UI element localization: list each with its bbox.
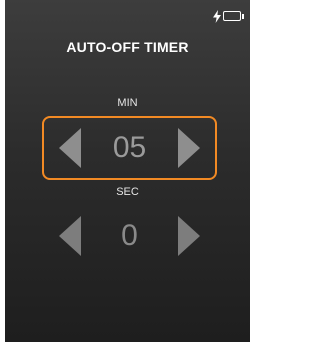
charging-bolt-icon bbox=[213, 9, 221, 23]
seconds-increment-arrow-icon[interactable] bbox=[178, 216, 200, 256]
minutes-stepper[interactable]: 05 bbox=[42, 116, 217, 180]
minutes-label: MIN bbox=[117, 97, 138, 109]
minutes-increment-arrow-icon[interactable] bbox=[178, 128, 200, 168]
status-bar bbox=[213, 8, 244, 24]
seconds-stepper[interactable]: 0 bbox=[42, 204, 217, 268]
device-screen: AUTO-OFF TIMER MIN 05 SEC 0 bbox=[5, 0, 250, 342]
seconds-label: SEC bbox=[116, 186, 139, 198]
page-title: AUTO-OFF TIMER bbox=[66, 39, 189, 55]
battery-icon bbox=[223, 11, 244, 21]
